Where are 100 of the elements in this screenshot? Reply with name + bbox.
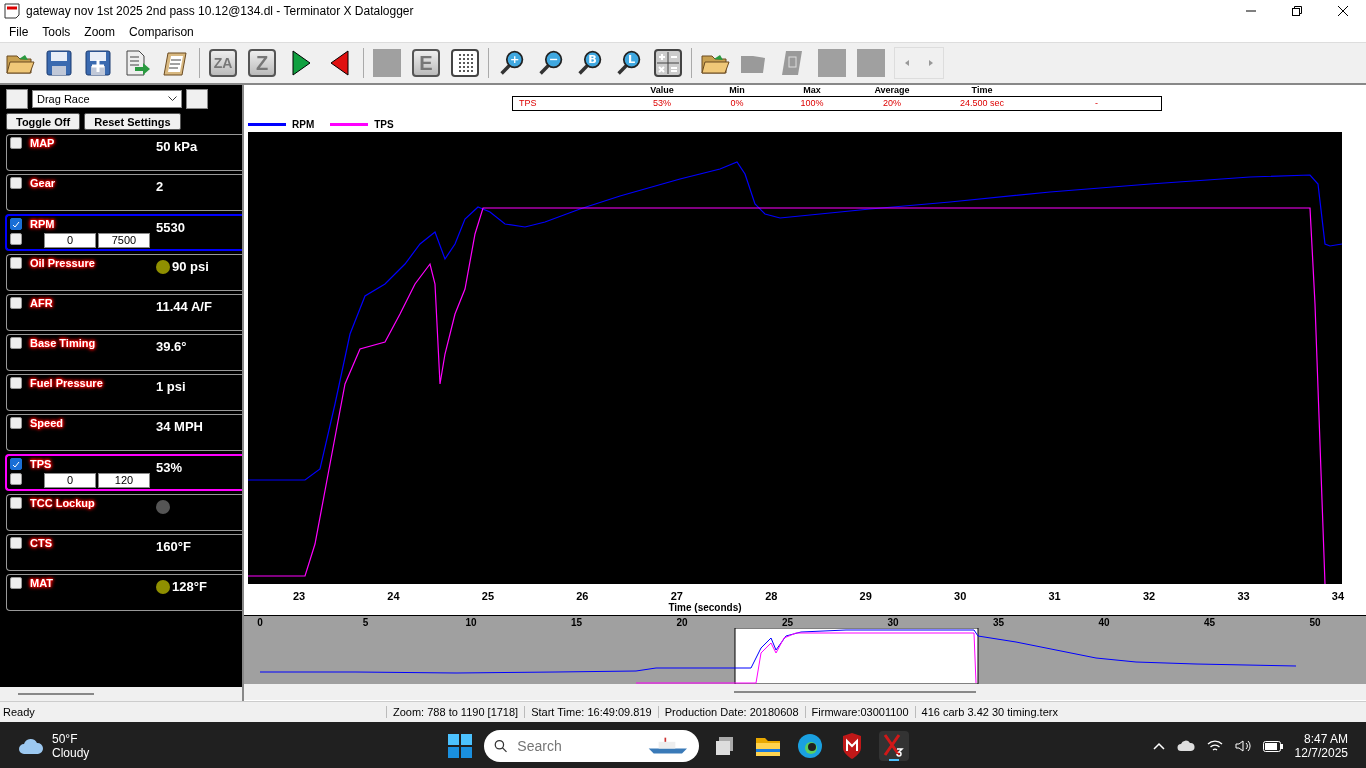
max-field[interactable]: 7500 [98, 233, 150, 248]
battery-icon[interactable] [1262, 740, 1283, 752]
axis-tick-label: 25 [481, 590, 494, 602]
channel-name: Speed [30, 417, 63, 429]
channel-name: MAT [30, 577, 53, 589]
channel-name: TPS [30, 458, 52, 470]
search-icon[interactable] [494, 738, 508, 754]
scrollbar-thumb[interactable] [18, 693, 94, 695]
search-field[interactable]: Search [515, 737, 640, 755]
scrollbar-thumb[interactable] [734, 691, 976, 693]
axis-tick-label: 32 [1142, 590, 1156, 602]
axis-tick-label: 23 [292, 590, 306, 602]
column-header: Max [802, 85, 822, 96]
column-header: Value [649, 85, 675, 96]
checkbox[interactable] [10, 233, 22, 245]
overview-tick-label: 5 [362, 617, 369, 628]
panel-button[interactable]: Toggle Off [6, 113, 81, 130]
overview-tick-label: 20 [676, 617, 688, 628]
panel-button[interactable]: Reset Settings [84, 113, 181, 130]
preset-dropdown[interactable]: Drag Race [32, 90, 182, 108]
channel-value: 160°F [156, 539, 191, 554]
checkbox[interactable] [10, 337, 22, 349]
channel-name: TCC Lockup [30, 497, 95, 509]
checkbox[interactable] [10, 297, 22, 309]
channel-name: Oil Pressure [30, 257, 95, 269]
browser-icon[interactable] [795, 731, 825, 761]
overview-tick-label: 0 [257, 617, 263, 628]
overview-tick-label: 45 [1203, 617, 1216, 628]
search-bar[interactable]: Search [484, 730, 699, 762]
checkbox[interactable] [10, 458, 22, 470]
checkbox[interactable] [10, 417, 22, 429]
channel-value: 53% [156, 460, 183, 475]
table-cell: 53% [622, 96, 702, 111]
temperature-text: 50°F [52, 732, 79, 746]
square-button[interactable] [186, 89, 208, 109]
chevron-up-icon[interactable] [1152, 742, 1165, 750]
overview-window[interactable] [734, 628, 979, 684]
channel-value: 90 psi [172, 259, 209, 274]
menu-item[interactable]: Zoom [77, 25, 123, 39]
axis-tick-label: 28 [765, 590, 778, 602]
menu-item[interactable]: Tools [35, 25, 78, 39]
caret-icon[interactable] [168, 96, 177, 102]
checkbox[interactable] [10, 218, 22, 230]
clock-date[interactable]: 12/7/2025 [1294, 746, 1348, 760]
overview-tick-label: 25 [781, 617, 794, 628]
max-field[interactable]: 120 [98, 473, 150, 488]
checkbox[interactable] [10, 473, 22, 485]
column-header: Time [970, 85, 994, 96]
overview-tick-label: 50 [1309, 617, 1321, 628]
table-cell: - [1032, 96, 1162, 111]
axis-tick-label: 24 [387, 590, 400, 602]
cloud-icon[interactable] [1176, 740, 1195, 752]
min-field[interactable]: 0 [44, 233, 96, 248]
channel-name: Fuel Pressure [30, 377, 103, 389]
axis-tick-label: 30 [954, 590, 967, 602]
play-icon[interactable] [291, 50, 311, 76]
status-text: 416 carb 3.42 30 timing.terx [914, 706, 1064, 718]
checkmark-icon [11, 460, 21, 470]
checkbox[interactable] [10, 577, 22, 589]
square-button[interactable] [6, 89, 28, 109]
reverse-play-icon[interactable] [330, 50, 350, 76]
table-cell: 20% [852, 96, 932, 111]
axis-tick-label: 33 [1237, 590, 1250, 602]
channel-value: 39.6° [156, 339, 187, 354]
channel-value: 11.44 A/F [156, 299, 212, 314]
checkmark-icon [11, 220, 21, 230]
status-text: Production Date: 20180608 [657, 706, 805, 718]
checkbox[interactable] [10, 497, 22, 509]
channel-value: 5530 [156, 220, 185, 235]
axis-tick-label: 27 [670, 590, 683, 602]
ship-icon [647, 735, 689, 757]
axis-tick-label: 29 [859, 590, 872, 602]
windows-logo-icon[interactable] [448, 734, 472, 758]
checkbox[interactable] [10, 257, 22, 269]
checkbox[interactable] [10, 537, 22, 549]
status-text: Ready [2, 706, 36, 718]
checkbox[interactable] [10, 377, 22, 389]
min-field[interactable]: 0 [44, 473, 96, 488]
channel-name: Gear [30, 177, 56, 189]
menu-item[interactable]: File [2, 25, 36, 39]
axis-tick-label: 31 [1048, 590, 1061, 602]
table-cell: 24.500 sec [932, 96, 1032, 111]
axis-title: Time (seconds) [668, 602, 742, 613]
close-icon[interactable] [1338, 6, 1348, 16]
maximize-icon[interactable] [1292, 6, 1302, 16]
overview-tick-label: 35 [992, 617, 1005, 628]
channel-name: Base Timing [30, 337, 96, 349]
speaker-icon[interactable] [1234, 739, 1251, 753]
status-text: Firmware:03001100 [804, 706, 915, 718]
document-icon [4, 3, 20, 19]
checkbox[interactable] [10, 137, 22, 149]
checkbox[interactable] [10, 177, 22, 189]
wifi-icon[interactable] [1206, 739, 1223, 753]
table-cell: 0% [702, 96, 772, 111]
menu-item[interactable]: Comparison [122, 25, 201, 39]
clock-time[interactable]: 8:47 AM [1303, 732, 1348, 746]
cloud-icon [18, 737, 44, 755]
app-icon[interactable] [879, 731, 909, 761]
overview-tick-label: 15 [570, 617, 583, 628]
channel-value: 128°F [172, 579, 207, 594]
